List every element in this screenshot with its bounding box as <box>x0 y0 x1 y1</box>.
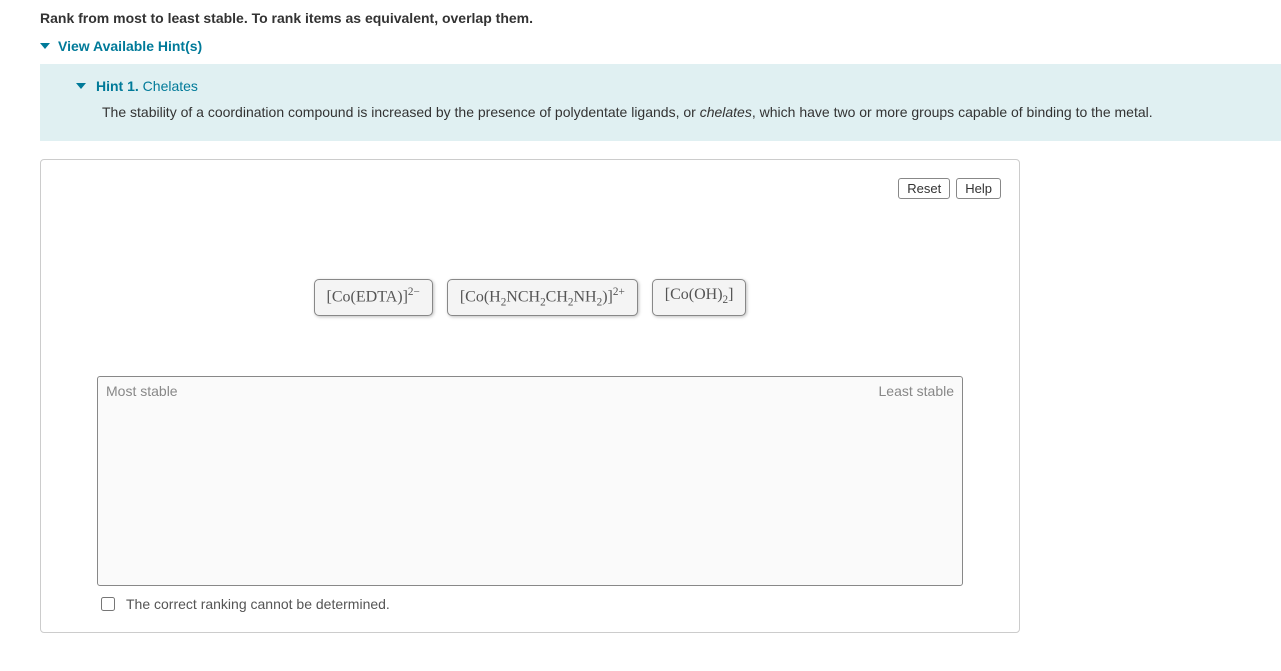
drop-label-most-stable: Most stable <box>106 383 178 399</box>
hint-number: Hint 1. <box>96 78 139 94</box>
rank-item[interactable]: [Co(OH)2] <box>652 279 747 316</box>
cannot-determine-row: The correct ranking cannot be determined… <box>97 594 1001 614</box>
hint-header[interactable]: Hint 1. Chelates <box>60 78 1261 94</box>
cannot-determine-label: The correct ranking cannot be determined… <box>126 596 390 612</box>
hint-title: Chelates <box>143 78 198 94</box>
hint-body: The stability of a coordination compound… <box>60 102 1261 123</box>
reset-button[interactable]: Reset <box>898 178 950 199</box>
drop-label-least-stable: Least stable <box>879 383 955 399</box>
help-button[interactable]: Help <box>956 178 1001 199</box>
items-pool: [Co(EDTA)]2− [Co(H2NCH2CH2NH2)]2+ [Co(OH… <box>59 219 1001 376</box>
caret-down-icon <box>76 83 86 89</box>
hint-body-post: , which have two or more groups capable … <box>752 104 1153 120</box>
view-hints-toggle[interactable]: View Available Hint(s) <box>40 38 1281 54</box>
hint-body-italic: chelates <box>700 104 752 120</box>
rank-item[interactable]: [Co(H2NCH2CH2NH2)]2+ <box>447 279 638 316</box>
hint-body-pre: The stability of a coordination compound… <box>102 104 700 120</box>
rank-item[interactable]: [Co(EDTA)]2− <box>314 279 433 316</box>
cannot-determine-checkbox[interactable] <box>101 597 115 611</box>
ranking-work-area: Reset Help [Co(EDTA)]2− [Co(H2NCH2CH2NH2… <box>40 159 1020 633</box>
view-hints-label: View Available Hint(s) <box>58 38 202 54</box>
instruction-text: Rank from most to least stable. To rank … <box>40 10 1281 26</box>
hint-panel: Hint 1. Chelates The stability of a coor… <box>40 64 1281 141</box>
ranking-drop-zone[interactable]: Most stable Least stable <box>97 376 963 586</box>
caret-down-icon <box>40 43 50 49</box>
toolbar: Reset Help <box>59 178 1001 199</box>
